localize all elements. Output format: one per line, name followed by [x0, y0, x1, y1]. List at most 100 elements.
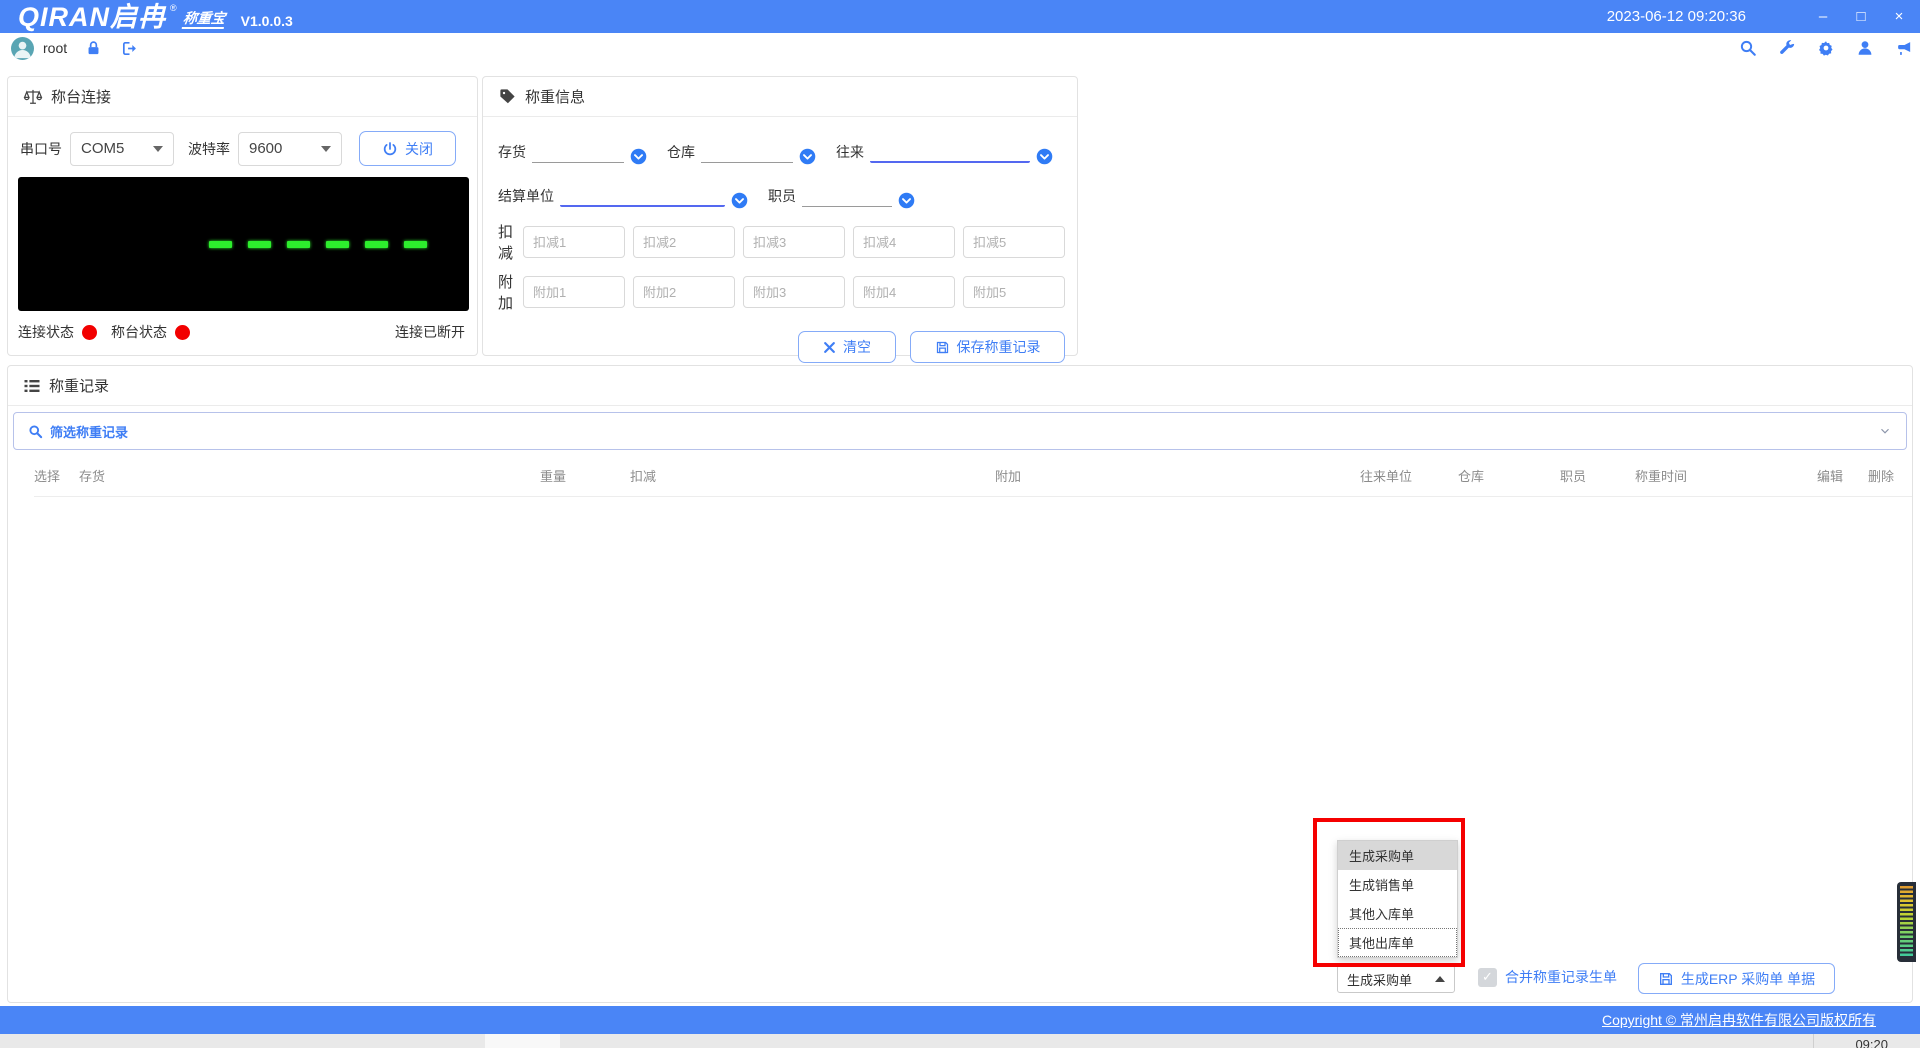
title-bar: QIRAN启冉 ® 称重宝 V1.0.0.3 2023-06-12 09:20:… [0, 0, 1920, 33]
connection-status-indicator [82, 325, 97, 340]
x-icon [823, 341, 836, 354]
menu-item-other-inbound[interactable]: 其他入库单 [1338, 899, 1457, 928]
balance-scale-icon [23, 87, 43, 107]
chevron-down-icon[interactable] [1878, 424, 1892, 438]
taskbar-segment [485, 1034, 560, 1048]
append-input-4[interactable] [853, 276, 955, 308]
logo-badge: 称重宝 [181, 10, 226, 29]
append-input-2[interactable] [633, 276, 735, 308]
power-icon [382, 141, 398, 157]
app-logo: QIRAN启冉 ® 称重宝 V1.0.0.3 [18, 2, 293, 32]
scale-status-label: 称台状态 [111, 322, 167, 342]
level-meter-overlay [1897, 882, 1916, 962]
baud-rate-label: 波特率 [188, 139, 230, 159]
col-partner-unit: 往来单位 [1360, 466, 1458, 485]
records-table-header: 选择 存货 重量 扣减 附加 往来单位 仓库 职员 称重时间 编辑 删除 [34, 455, 1912, 497]
weigh-records-panel: 称重记录 筛选称重记录 选择 存货 重量 扣减 附加 往来单位 仓库 职员 称重… [7, 365, 1913, 1003]
logo-text: QIRAN启冉 [18, 2, 166, 32]
deduct-input-3[interactable] [743, 226, 845, 258]
weight-led-display [18, 177, 469, 311]
connection-status-label: 连接状态 [18, 322, 74, 342]
staff-input[interactable] [802, 185, 892, 207]
serial-port-select[interactable]: COM5 [70, 132, 174, 166]
menu-item-purchase-order[interactable]: 生成采购单 [1338, 841, 1457, 870]
append-label: 附加 [498, 271, 515, 313]
deduct-input-1[interactable] [523, 226, 625, 258]
weigh-info-panel: 称重信息 存货 仓库 往来 结算单位 职员 [482, 76, 1078, 356]
inventory-label: 存货 [498, 141, 526, 163]
chevron-down-icon [153, 146, 163, 152]
chevron-circle-icon[interactable] [898, 192, 915, 209]
col-weight: 重量 [540, 466, 630, 485]
settle-unit-input[interactable] [560, 185, 725, 207]
col-inventory: 存货 [79, 466, 540, 485]
col-append: 附加 [995, 466, 1360, 485]
clear-button[interactable]: 清空 [798, 331, 896, 363]
chevron-circle-icon[interactable] [630, 148, 647, 165]
warehouse-input[interactable] [701, 141, 793, 163]
chevron-up-icon [1435, 976, 1445, 982]
led-dash [287, 241, 310, 248]
partner-input[interactable] [870, 141, 1030, 163]
save-weigh-record-button[interactable]: 保存称重记录 [910, 331, 1065, 363]
warehouse-label: 仓库 [667, 141, 695, 163]
taskbar-clock: 09:20 [1855, 1037, 1888, 1048]
records-panel-title: 称重记录 [49, 375, 109, 396]
copyright-bar: Copyright © 常州启冉软件有限公司版权所有 [0, 1006, 1920, 1034]
col-select: 选择 [34, 466, 79, 485]
list-icon [23, 377, 41, 395]
chevron-circle-icon[interactable] [1036, 148, 1053, 165]
col-deduct: 扣减 [630, 466, 995, 485]
taskbar-strip: 09:20 [0, 1034, 1920, 1048]
wrench-icon[interactable] [1778, 39, 1796, 57]
logout-icon[interactable] [120, 40, 139, 57]
led-dash [248, 241, 271, 248]
scale-panel-title: 称台连接 [51, 86, 111, 107]
append-input-5[interactable] [963, 276, 1065, 308]
append-input-3[interactable] [743, 276, 845, 308]
deduct-input-5[interactable] [963, 226, 1065, 258]
taskbar-divider [1813, 1034, 1814, 1048]
chevron-circle-icon[interactable] [731, 192, 748, 209]
generate-order-dropdown-menu: 生成采购单 生成销售单 其他入库单 其他出库单 [1337, 840, 1458, 958]
minimize-button[interactable]: – [1804, 0, 1842, 33]
maximize-button[interactable]: □ [1842, 0, 1880, 33]
user-toolbar: root [0, 33, 1920, 63]
scale-connection-panel: 称台连接 串口号 COM5 波特率 9600 关闭 连接状态 称台状态 连接已断… [7, 76, 478, 356]
deduct-input-4[interactable] [853, 226, 955, 258]
user-icon[interactable] [1856, 39, 1874, 57]
led-dash [365, 241, 388, 248]
serial-port-label: 串口号 [20, 139, 62, 159]
chevron-circle-icon[interactable] [799, 148, 816, 165]
generate-order-type-select[interactable]: 生成采购单 [1337, 965, 1455, 993]
filter-records-bar[interactable]: 筛选称重记录 [13, 412, 1907, 450]
datetime-label: 2023-06-12 09:20:36 [1607, 8, 1746, 25]
menu-item-other-outbound[interactable]: 其他出库单 [1338, 928, 1457, 957]
weigh-panel-title: 称重信息 [525, 86, 585, 107]
baud-rate-select[interactable]: 9600 [238, 132, 342, 166]
append-input-1[interactable] [523, 276, 625, 308]
led-dash [404, 241, 427, 248]
megaphone-icon[interactable] [1895, 40, 1914, 57]
deduct-input-2[interactable] [633, 226, 735, 258]
partner-label: 往来 [836, 141, 864, 163]
generate-erp-order-button[interactable]: 生成ERP 采购单 单据 [1638, 963, 1835, 994]
merge-records-option[interactable]: ✓ 合并称重记录生单 [1478, 967, 1617, 987]
col-weigh-time: 称重时间 [1635, 466, 1817, 485]
merge-checkbox[interactable]: ✓ [1478, 968, 1497, 987]
lock-icon[interactable] [85, 40, 102, 57]
search-icon [28, 424, 43, 439]
close-button[interactable]: × [1880, 0, 1918, 33]
copyright-link[interactable]: Copyright © 常州启冉软件有限公司版权所有 [1602, 1010, 1876, 1030]
merge-checkbox-label: 合并称重记录生单 [1505, 967, 1617, 987]
col-edit: 编辑 [1817, 466, 1868, 485]
close-connection-button[interactable]: 关闭 [359, 131, 456, 166]
search-icon[interactable] [1739, 39, 1757, 57]
inventory-input[interactable] [532, 141, 624, 163]
gear-icon[interactable] [1817, 39, 1835, 57]
avatar[interactable] [11, 37, 34, 60]
tag-icon [498, 87, 517, 106]
menu-item-sales-order[interactable]: 生成销售单 [1338, 870, 1457, 899]
settle-unit-label: 结算单位 [498, 185, 554, 207]
led-dash [326, 241, 349, 248]
